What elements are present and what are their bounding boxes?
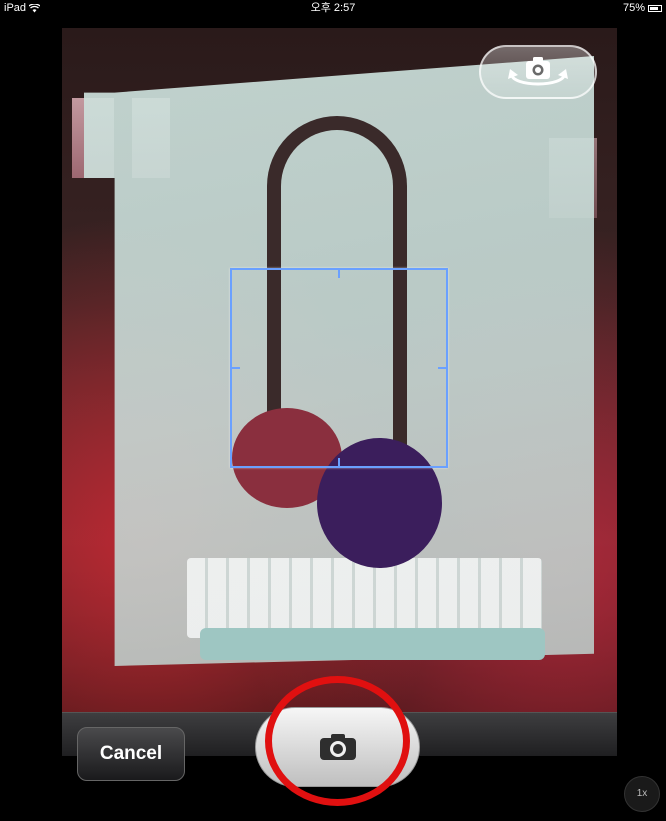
status-bar: iPad 오후 2:57 75%: [0, 0, 666, 16]
camera-flip-icon: [508, 57, 568, 86]
status-time: 오후 2:57: [310, 2, 356, 14]
focus-tick: [338, 270, 340, 278]
battery-icon: [648, 5, 662, 12]
status-right: 75%: [623, 0, 662, 16]
flip-camera-button[interactable]: [479, 45, 597, 99]
zoom-badge[interactable]: 1x: [624, 776, 660, 812]
focus-tick: [338, 458, 340, 466]
cancel-button[interactable]: Cancel: [77, 727, 185, 781]
focus-reticle: [230, 268, 448, 468]
camera-viewfinder[interactable]: [62, 28, 617, 714]
focus-tick: [438, 367, 446, 369]
keyboard-image: [187, 558, 542, 638]
battery-percent: 75%: [622, 2, 645, 14]
focus-tick: [232, 367, 240, 369]
battery-fill: [650, 7, 658, 10]
keyboard-stand: [200, 628, 545, 660]
highlight-circle: [265, 676, 410, 806]
